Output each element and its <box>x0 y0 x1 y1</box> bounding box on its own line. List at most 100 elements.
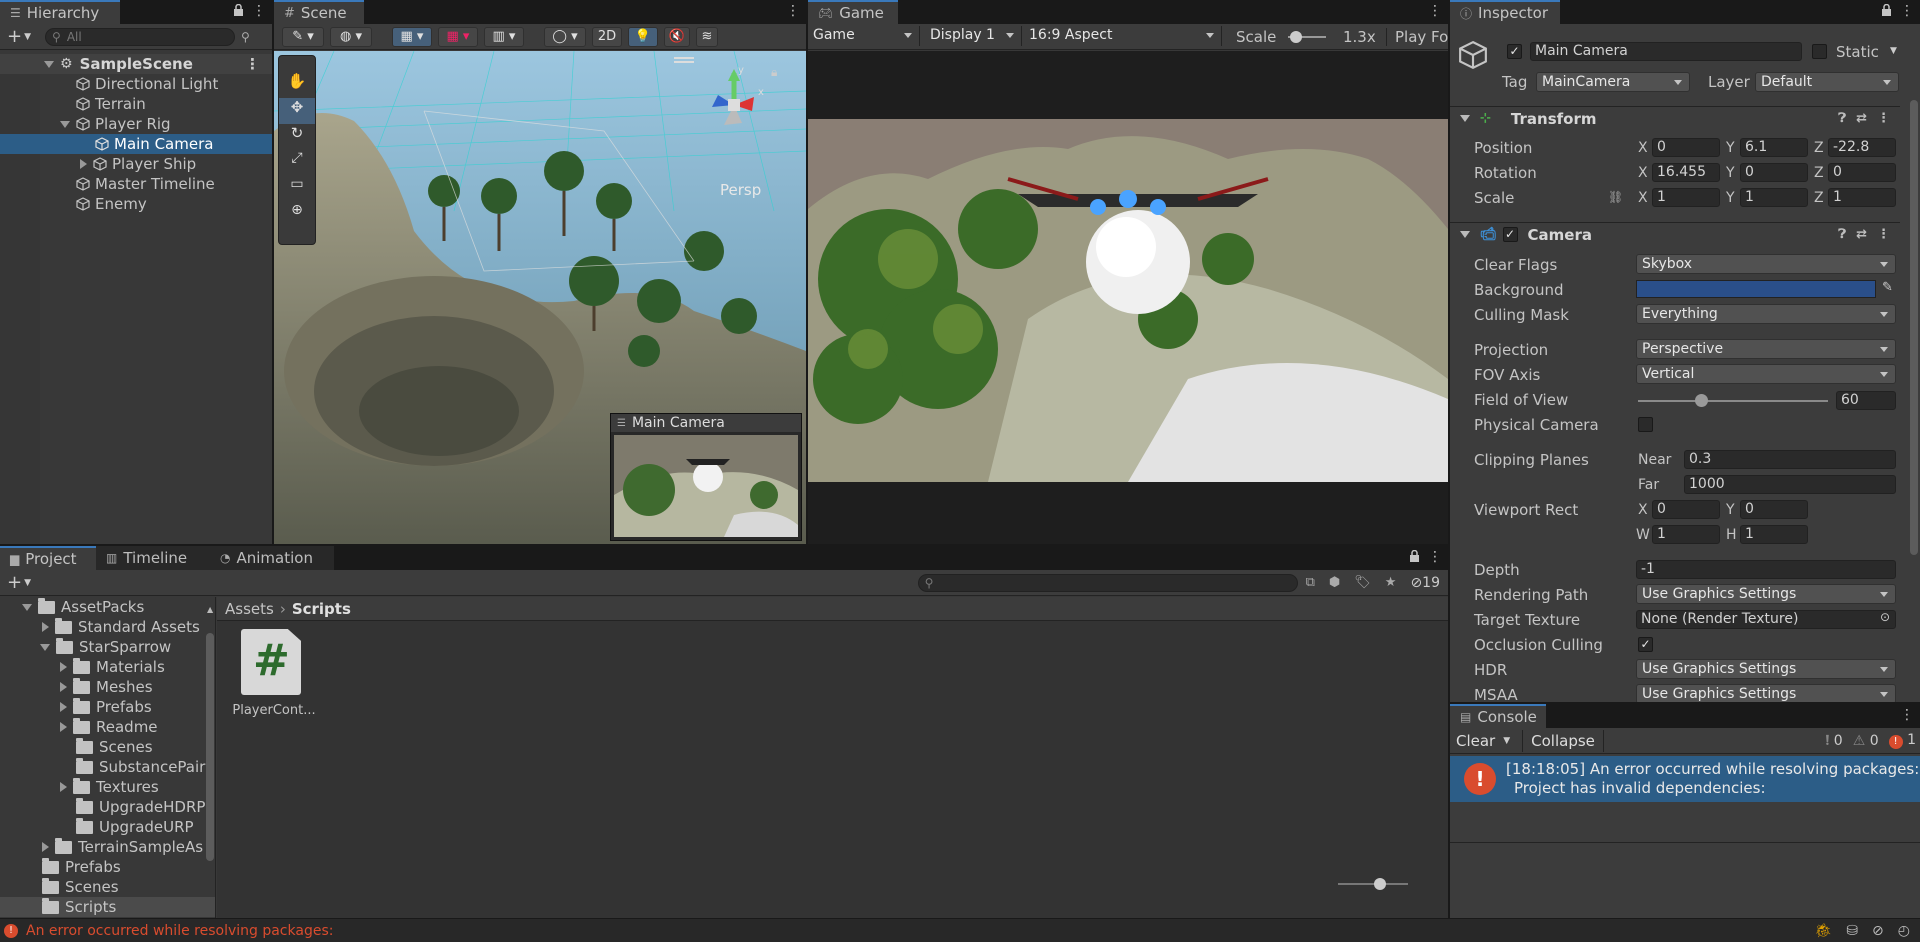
asset-item[interactable]: # PlayerCont... <box>231 629 317 729</box>
expand-arrow-icon[interactable] <box>60 120 70 128</box>
drag-handle-icon[interactable]: ☰ <box>617 418 626 429</box>
tree-item-master-timeline[interactable]: Master Timeline <box>0 174 272 194</box>
folder-scenes-root[interactable]: Scenes <box>0 877 215 897</box>
collapsed-arrow-icon[interactable] <box>42 622 49 632</box>
expand-arrow-icon[interactable] <box>22 603 32 611</box>
chevron-down-icon[interactable]: ▼ <box>24 578 31 588</box>
depth-input[interactable]: -1 <box>1636 560 1896 579</box>
kebab-menu-icon[interactable]: ⋮ <box>1877 227 1890 242</box>
folder-starsparrow[interactable]: StarSparrow <box>0 637 215 657</box>
hierarchy-search-input[interactable]: ⚲ All <box>45 27 236 46</box>
audio-toggle-icon[interactable]: 🔇 <box>664 26 690 47</box>
object-picker-icon[interactable]: ⊙ <box>1880 610 1890 624</box>
folder-upgradeurp[interactable]: UpgradeURP <box>0 817 215 837</box>
msaa-dropdown[interactable]: Use Graphics Settings <box>1636 684 1896 704</box>
globe-icon[interactable]: ◍ ▾ <box>330 26 372 47</box>
orientation-gizmo[interactable]: y x <box>694 65 774 145</box>
scale-x-input[interactable]: 1 <box>1652 188 1720 207</box>
folder-prefabs-root[interactable]: Prefabs <box>0 857 215 877</box>
lock-icon[interactable] <box>1881 4 1892 16</box>
aspect-dropdown[interactable]: 16:9 Aspect <box>1024 26 1222 46</box>
auto-generate-lighting-icon[interactable]: ⊘ <box>1872 923 1884 939</box>
near-input[interactable]: 0.3 <box>1684 450 1896 469</box>
display-dropdown[interactable]: Display 1 <box>922 26 1022 46</box>
scale-slider-thumb[interactable] <box>1290 31 1302 43</box>
folder-readme[interactable]: Readme <box>0 717 215 737</box>
folder-substancepair[interactable]: SubstancePair <box>0 757 215 777</box>
breadcrumb-assets[interactable]: Assets <box>225 600 274 618</box>
clear-button[interactable]: Clear <box>1456 732 1495 750</box>
help-icon[interactable]: ❓︎ <box>1838 111 1846 126</box>
tab-hierarchy[interactable]: ☰ Hierarchy <box>0 0 120 24</box>
collapsed-arrow-icon[interactable] <box>60 702 67 712</box>
zoom-slider[interactable] <box>1338 878 1408 890</box>
hdr-dropdown[interactable]: Use Graphics Settings <box>1636 659 1896 679</box>
tree-item-main-camera[interactable]: Main Camera <box>0 134 272 154</box>
status-message[interactable]: An error occurred while resolving packag… <box>26 923 333 939</box>
tab-scene[interactable]: # Scene <box>274 0 364 24</box>
rect-tool-icon[interactable]: ▭ <box>279 176 315 202</box>
tab-timeline[interactable]: ▥ Timeline <box>96 546 210 570</box>
tab-animation[interactable]: ◔ Animation <box>210 546 334 570</box>
console-entry[interactable]: ! [18:18:05] An error occurred while res… <box>1450 756 1920 802</box>
favorite-star-icon[interactable]: ★ <box>1385 575 1397 590</box>
debug-icon[interactable]: 🐞︎ <box>1815 923 1833 939</box>
expand-arrow-icon[interactable] <box>1460 115 1470 122</box>
folder-scenes[interactable]: Scenes <box>0 737 215 757</box>
log-toggle[interactable]: ❗︎ 0 <box>1826 733 1843 749</box>
kebab-menu-icon[interactable]: ⋮ <box>1428 549 1442 565</box>
project-search-input[interactable]: ⚲ <box>917 573 1298 592</box>
error-toggle[interactable]: ! 1 <box>1888 732 1916 749</box>
clear-flags-dropdown[interactable]: Skybox <box>1636 254 1896 274</box>
tab-inspector[interactable]: ⓘ Inspector <box>1450 0 1560 24</box>
move-tool-icon[interactable]: ✥ <box>279 98 315 124</box>
hidden-packages-toggle[interactable]: ⊘19 <box>1410 575 1440 591</box>
active-checkbox[interactable]: ✓ <box>1507 44 1522 59</box>
kebab-menu-icon[interactable]: ⋮ <box>252 3 266 19</box>
kebab-menu-icon[interactable]: ⋮ <box>786 3 800 19</box>
viewport-y-input[interactable]: 0 <box>1740 500 1808 519</box>
presets-icon[interactable]: ⇄ <box>1856 227 1867 242</box>
collapsed-arrow-icon[interactable] <box>60 782 67 792</box>
background-color-swatch[interactable] <box>1636 280 1876 298</box>
grid-snap-button[interactable]: ▦ ▾ <box>392 26 432 47</box>
viewport-x-input[interactable]: 0 <box>1652 500 1720 519</box>
rotation-z-input[interactable]: 0 <box>1828 163 1896 182</box>
toggle-2d-button[interactable]: 2D <box>592 26 622 47</box>
inspector-scrollbar[interactable] <box>1910 100 1918 555</box>
game-mode-dropdown[interactable]: Game <box>808 26 920 46</box>
rotation-x-input[interactable]: 16.455 <box>1652 163 1720 182</box>
add-icon[interactable]: + <box>7 572 22 593</box>
lock-icon[interactable] <box>233 4 244 16</box>
breadcrumb-scripts[interactable]: Scripts <box>292 600 351 618</box>
transform-tool-icon[interactable]: ⊕ <box>279 202 315 228</box>
folder-textures[interactable]: Textures <box>0 777 215 797</box>
transform-header[interactable]: ⊹ Transform ❓︎ ⇄ ⋮ <box>1450 106 1900 130</box>
camera-header[interactable]: 📹︎ ✓ Camera ❓︎ ⇄ ⋮ <box>1450 222 1900 246</box>
expand-arrow-icon[interactable] <box>44 60 54 68</box>
scale-slider[interactable] <box>1288 31 1326 43</box>
projection-label[interactable]: Persp <box>720 181 761 199</box>
folder-standard-assets[interactable]: Standard Assets <box>0 617 215 637</box>
tab-project[interactable]: ▆ Project <box>0 546 96 570</box>
chevron-down-icon[interactable]: ▼ <box>1890 46 1897 56</box>
expand-arrow-icon[interactable] <box>1460 231 1470 238</box>
folder-materials[interactable]: Materials <box>0 657 215 677</box>
object-name-input[interactable]: Main Camera <box>1530 42 1802 61</box>
tree-item-samplescene[interactable]: ⚙ SampleScene ⋮ <box>0 54 272 74</box>
kebab-menu-icon[interactable]: ⋮ <box>1900 707 1914 723</box>
help-icon[interactable]: ❓︎ <box>1838 227 1846 242</box>
filter-label-icon[interactable]: 🏷︎ <box>1354 575 1371 590</box>
lighting-toggle-icon[interactable]: 💡 <box>628 26 658 47</box>
folder-scripts-root[interactable]: Scripts <box>0 897 215 917</box>
game-viewport[interactable] <box>808 51 1448 544</box>
position-z-input[interactable]: -22.8 <box>1828 138 1896 157</box>
tab-game[interactable]: 🎮︎ Game <box>808 0 898 24</box>
viewport-h-input[interactable]: 1 <box>1740 525 1808 544</box>
expand-arrow-icon[interactable] <box>40 643 50 651</box>
lock-icon[interactable] <box>1409 550 1420 562</box>
far-input[interactable]: 1000 <box>1684 475 1896 494</box>
kebab-menu-icon[interactable]: ⋮ <box>1428 3 1442 19</box>
occlusion-culling-checkbox[interactable]: ✓ <box>1638 637 1653 652</box>
kebab-menu-icon[interactable]: ⋮ <box>245 55 260 73</box>
